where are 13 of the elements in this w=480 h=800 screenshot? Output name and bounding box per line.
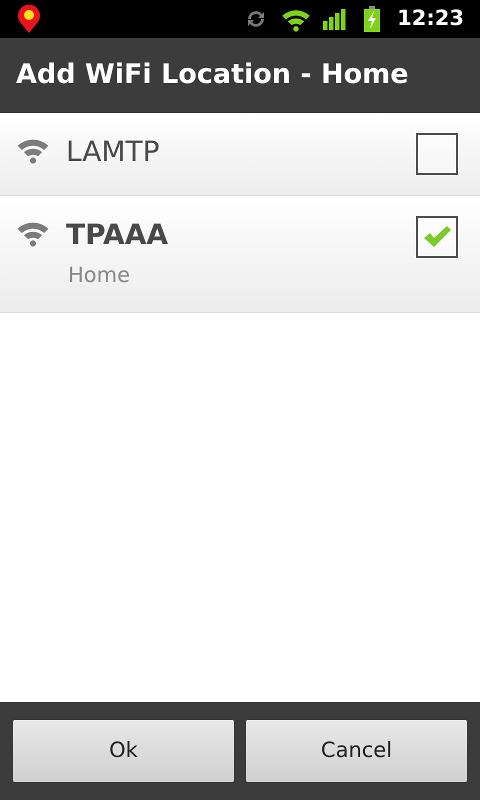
- checkbox[interactable]: [416, 133, 458, 175]
- window-title: Add WiFi Location - Home: [16, 58, 409, 92]
- map-pin-icon: [16, 4, 42, 34]
- clock: 12:23: [397, 5, 464, 32]
- checkbox[interactable]: [416, 216, 458, 258]
- battery-charging-icon: [363, 6, 382, 32]
- check-icon: [422, 225, 452, 249]
- cell-signal-icon: [323, 8, 348, 30]
- dialog-button[interactable]: Cancel: [246, 720, 467, 782]
- network-name: TPAAA: [66, 217, 170, 253]
- network-name: LAMTP: [66, 134, 161, 170]
- network-label: Home: [68, 262, 132, 289]
- dialog-button[interactable]: Ok: [13, 720, 234, 782]
